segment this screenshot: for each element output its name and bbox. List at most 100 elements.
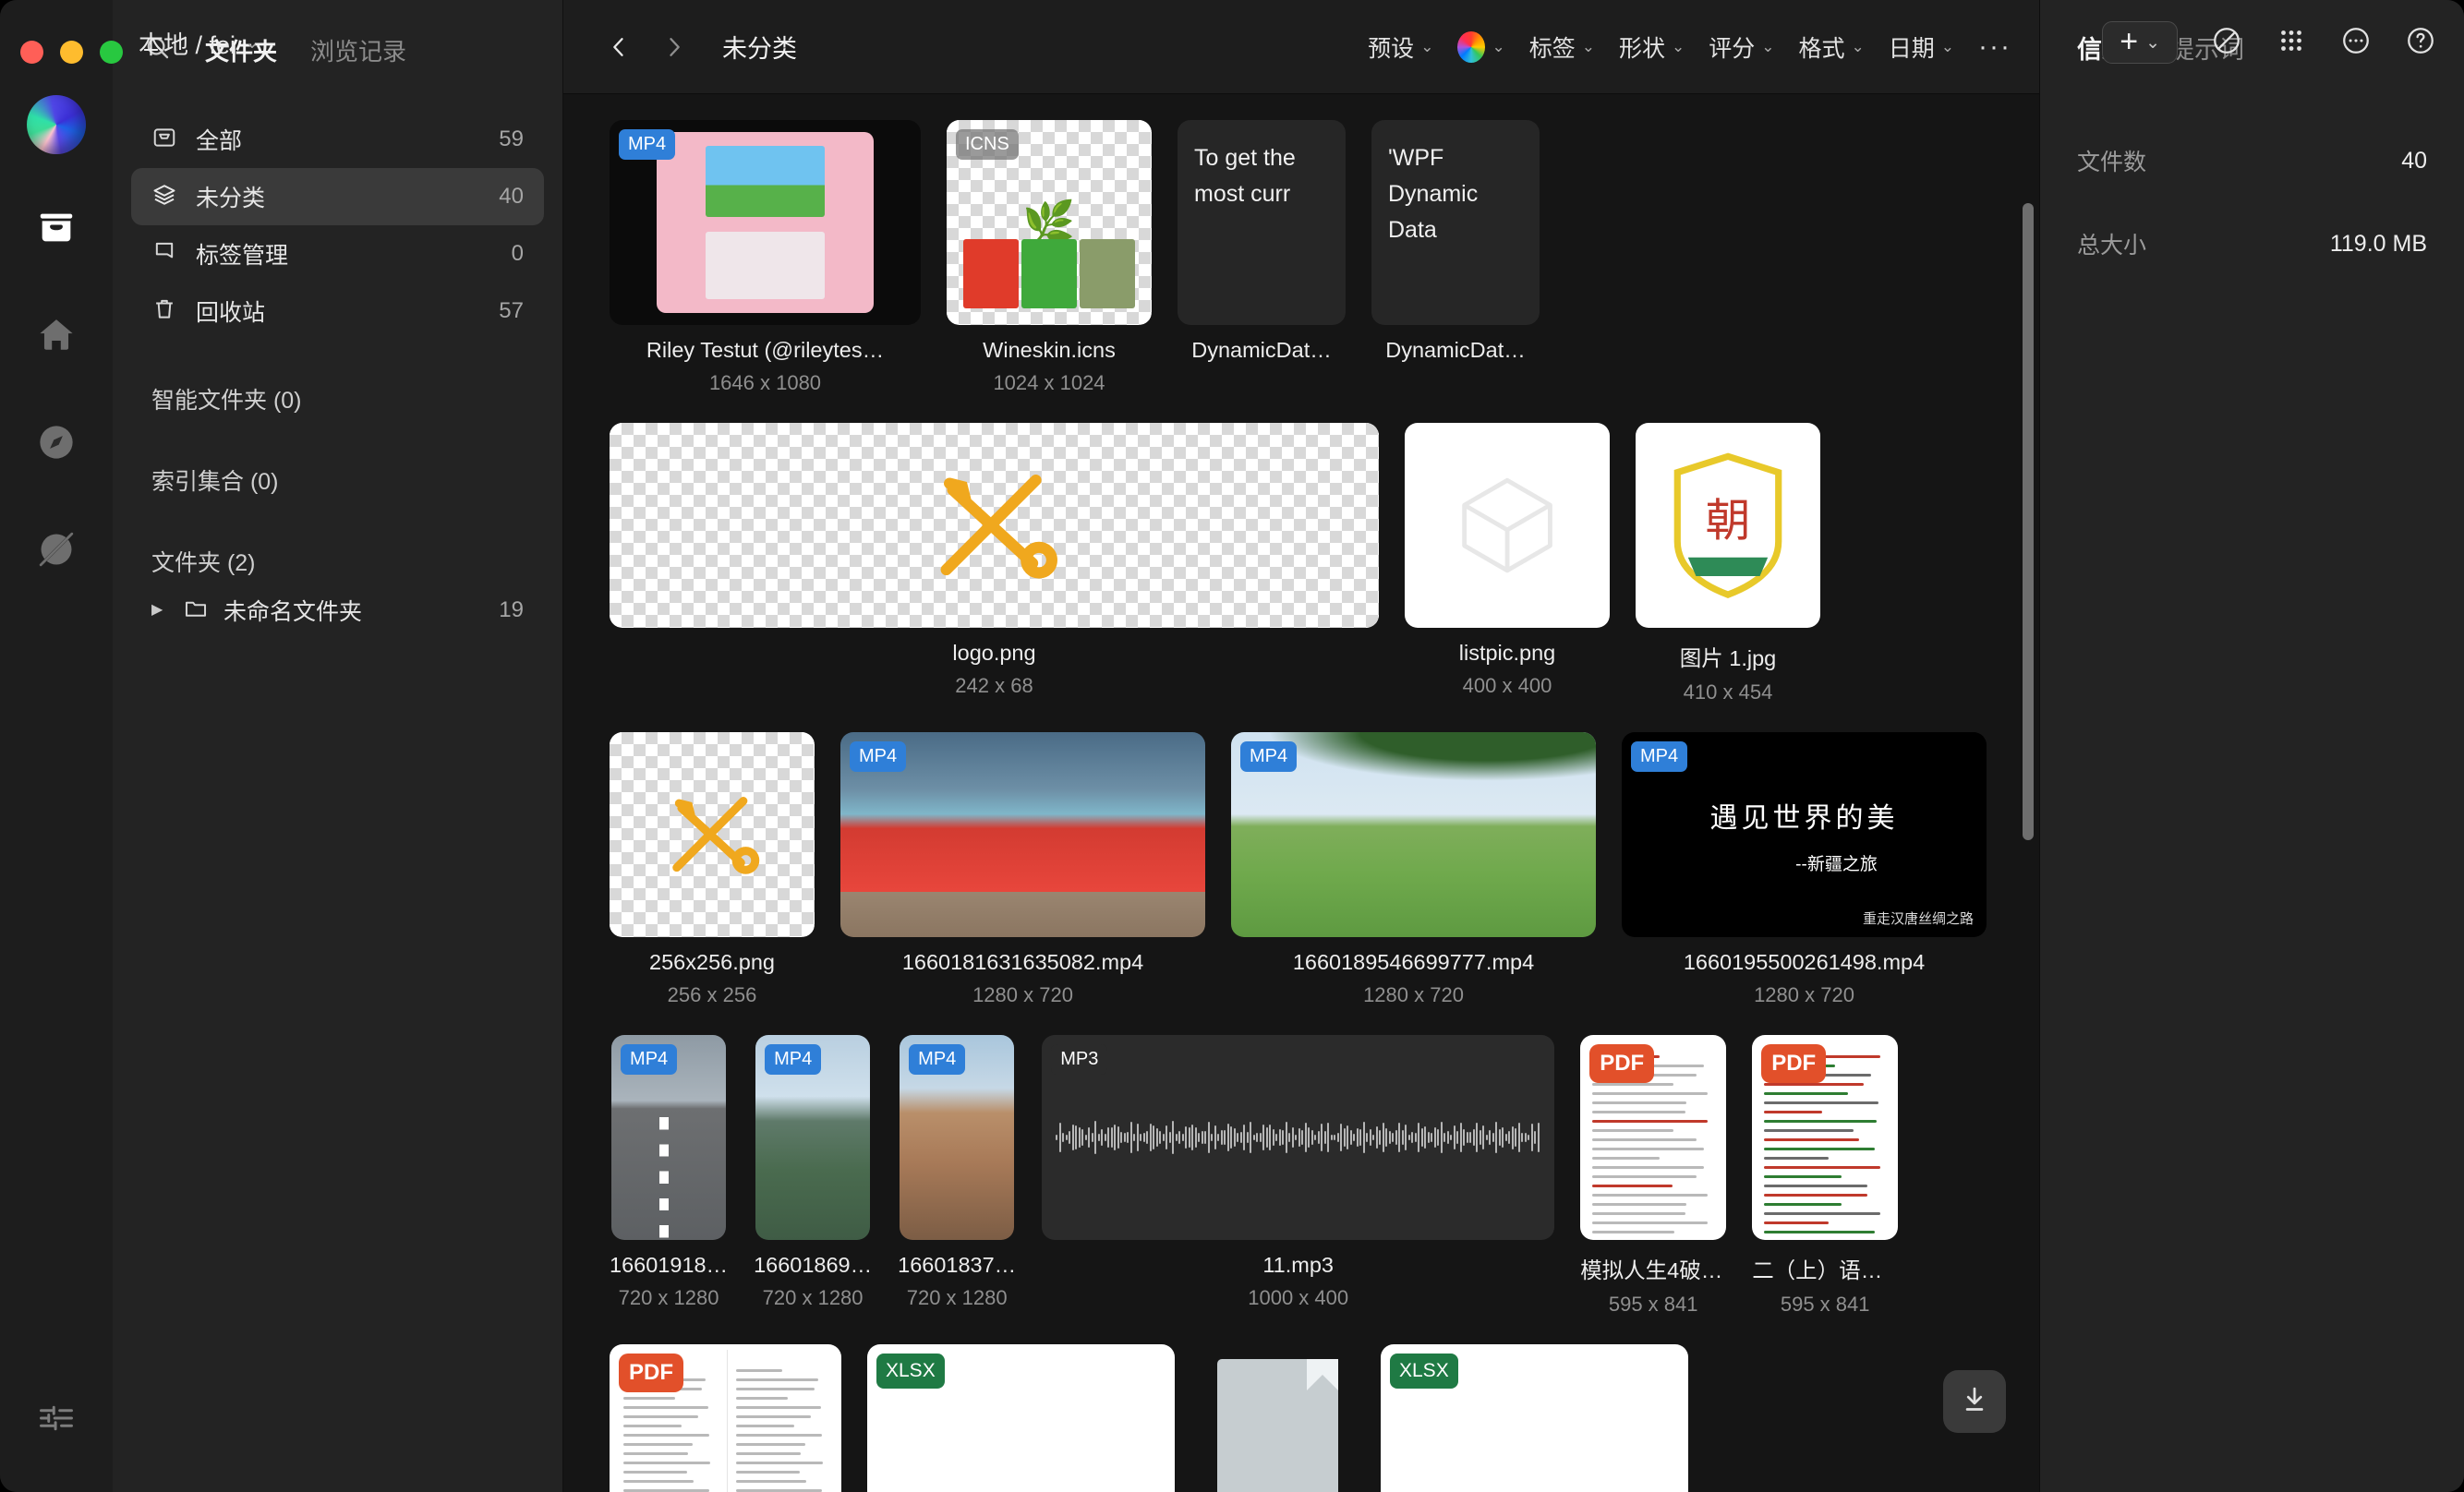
rail-item-library[interactable]: [23, 195, 90, 261]
file-grid-item[interactable]: MP4 16601869… 720 x 1280: [754, 1035, 872, 1310]
app-logo-icon[interactable]: [27, 95, 86, 154]
file-grid-item[interactable]: MP3 11.mp3 1000 x 400: [1042, 1035, 1555, 1310]
grid-view-icon[interactable]: [2276, 25, 2307, 61]
file-dimensions: 1280 x 720: [1363, 983, 1464, 1006]
file-grid-item[interactable]: 'WPF Dynamic Data DynamicDat…: [1371, 120, 1540, 363]
add-button[interactable]: + ⌄: [2102, 21, 2178, 64]
box-icon: [35, 207, 78, 249]
content-scrollbar[interactable]: [2023, 203, 2034, 840]
sidebar-item-label: 回收站: [196, 300, 266, 326]
layers-icon: [151, 182, 177, 212]
file-grid-item[interactable]: To get the most curr DynamicDat…: [1178, 120, 1346, 363]
file-thumbnail[interactable]: [1405, 423, 1610, 628]
file-thumbnail[interactable]: To get the most curr: [1178, 120, 1346, 325]
file-thumbnail[interactable]: 'WPF Dynamic Data: [1371, 120, 1540, 325]
file-name: 256x256.png: [649, 950, 775, 974]
window-path[interactable]: 本地 / fei ⌄: [139, 25, 260, 61]
file-dimensions: 720 x 1280: [906, 1286, 1008, 1309]
file-grid-item[interactable]: MP4 1660189546699777.mp4 1280 x 720: [1231, 732, 1596, 1007]
traffic-lights: [0, 13, 123, 64]
file-thumbnail[interactable]: MP4: [610, 120, 921, 325]
more-options-icon[interactable]: [2340, 25, 2372, 61]
file-name: 11.mp3: [1262, 1253, 1334, 1277]
rail-item-home[interactable]: [23, 302, 90, 368]
home-icon: [35, 314, 78, 356]
file-dimensions: 720 x 1280: [762, 1286, 864, 1309]
sidebar-item-uncategorized[interactable]: 未分类 40: [131, 168, 544, 225]
file-thumbnail[interactable]: MP3: [1042, 1035, 1555, 1240]
file-grid-item[interactable]: MP4 Riley Testut (@rileytes… 1646 x 1080: [610, 120, 921, 395]
file-thumbnail[interactable]: XLSX: [867, 1344, 1175, 1492]
file-name: 二（上）语文全…: [1752, 1258, 1898, 1282]
help-icon[interactable]: [2405, 25, 2436, 61]
file-dimensions: 595 x 841: [1608, 1293, 1698, 1316]
file-grid-item[interactable]: PDF 模拟人生4破解… 595 x 841: [1580, 1035, 1727, 1317]
file-thumbnail[interactable]: xls: [1201, 1344, 1355, 1492]
file-thumbnail[interactable]: XLSX: [1381, 1344, 1688, 1492]
file-thumbnail[interactable]: MP4: [840, 732, 1205, 937]
sidebar-item-trash[interactable]: 回收站 57: [131, 283, 544, 340]
file-grid: MP4 Riley Testut (@rileytes… 1646 x 1080 🌿…: [597, 120, 2006, 1492]
rail-item-explore[interactable]: [23, 409, 90, 475]
file-grid-item[interactable]: 256x256.png 256 x 256: [610, 732, 815, 1007]
file-grid-item[interactable]: xls 黄田村2–重点人群健…: [1201, 1344, 1355, 1492]
info-row-total-size: 总大小 119.0 MB: [2077, 227, 2427, 260]
file-thumbnail[interactable]: PDF: [1580, 1035, 1727, 1240]
compass-icon: [35, 421, 78, 463]
close-button[interactable]: [20, 41, 43, 64]
file-thumbnail[interactable]: MP4: [1231, 732, 1596, 937]
file-thumbnail[interactable]: 朝: [1636, 423, 1820, 628]
sidebar-item-count: 0: [511, 241, 524, 266]
file-thumbnail[interactable]: 🌿 ICNS: [947, 120, 1152, 325]
file-dimensions: 720 x 1280: [618, 1286, 719, 1309]
file-grid-item[interactable]: listpic.png 400 x 400: [1405, 423, 1610, 698]
file-grid-item[interactable]: MP4 16601837… 720 x 1280: [898, 1035, 1016, 1310]
file-dimensions: 256 x 256: [667, 983, 757, 1006]
file-thumbnail[interactable]: PDF: [610, 1344, 841, 1492]
sidebar-item-count: 40: [499, 184, 524, 209]
file-type-badge: MP4: [1240, 741, 1298, 772]
file-thumbnail[interactable]: 遇见世界的美 --新疆之旅 重走汉唐丝绸之路 MP4: [1622, 732, 1987, 937]
file-grid-item[interactable]: 🌿 ICNS Wineskin.icns 1024 x 1024: [947, 120, 1152, 395]
sidebar-item-tag-manager[interactable]: 标签管理 0: [131, 225, 544, 283]
info-value: 40: [2401, 147, 2427, 174]
file-grid-item[interactable]: logo.png 242 x 68: [610, 423, 1379, 698]
file-grid-item[interactable]: 朝 图片 1.jpg 410 x 454: [1636, 423, 1820, 704]
sidebar-item-all[interactable]: 全部 59: [131, 111, 544, 168]
file-thumbnail[interactable]: [610, 732, 815, 937]
sidebar-item-count: 59: [499, 126, 524, 151]
file-name: 模拟人生4破解…: [1580, 1258, 1726, 1282]
file-type-badge: MP4: [765, 1044, 822, 1075]
sidebar-section-folders: 文件夹 (2): [151, 550, 256, 576]
download-icon: [1959, 1384, 1990, 1420]
file-thumbnail[interactable]: MP4: [900, 1035, 1015, 1240]
minimize-button[interactable]: [60, 41, 83, 64]
rail-item-settings[interactable]: [23, 1385, 90, 1451]
file-grid-item[interactable]: PDF 二（上）语文全… 595 x 841: [1752, 1035, 1899, 1317]
file-thumbnail[interactable]: MP4: [611, 1035, 727, 1240]
file-grid-item[interactable]: PDFGS87–104C系列D系列干电…950 x 841: [610, 1344, 841, 1492]
no-filter-icon[interactable]: [2211, 25, 2242, 61]
file-thumbnail[interactable]: MP4: [755, 1035, 871, 1240]
sidebar-item-label: 标签管理: [196, 243, 289, 269]
file-thumbnail[interactable]: PDF: [1752, 1035, 1899, 1240]
file-grid-item[interactable]: XLSX: [1381, 1344, 1688, 1492]
file-grid-item[interactable]: MP4 16601918… 720 x 1280: [610, 1035, 728, 1310]
file-grid-item[interactable]: XLSX副本率土表格模板.xlsx3000 x 2000: [867, 1344, 1175, 1492]
download-button[interactable]: [1943, 1370, 2006, 1433]
file-type-badge: XLSX: [876, 1354, 945, 1390]
file-grid-item[interactable]: 遇见世界的美 --新疆之旅 重走汉唐丝绸之路 MP4 166019550026149…: [1622, 732, 1987, 1007]
file-dimensions: 1280 x 720: [1754, 983, 1854, 1006]
window-path-label: 本地 / fei: [139, 30, 236, 59]
tag-icon: [151, 239, 177, 270]
sidebar: 文件夹 浏览记录 全部 59 未分类 40 标签管理 0 回收站 57 智能文件…: [113, 0, 563, 1492]
chevron-right-icon[interactable]: ▶: [151, 603, 168, 618]
file-grid-item[interactable]: MP4 1660181631635082.mp4 1280 x 720: [840, 732, 1205, 1007]
rail-item-planet[interactable]: [23, 516, 90, 583]
file-name: 1660195500261498.mp4: [1683, 950, 1926, 974]
sidebar-folder-unnamed[interactable]: ▶ 未命名文件夹 19: [131, 584, 544, 637]
file-name: listpic.png: [1458, 641, 1556, 665]
file-dimensions: 1646 x 1080: [708, 371, 822, 394]
file-thumbnail[interactable]: [610, 423, 1379, 628]
file-type-badge: XLSX: [1390, 1354, 1458, 1390]
